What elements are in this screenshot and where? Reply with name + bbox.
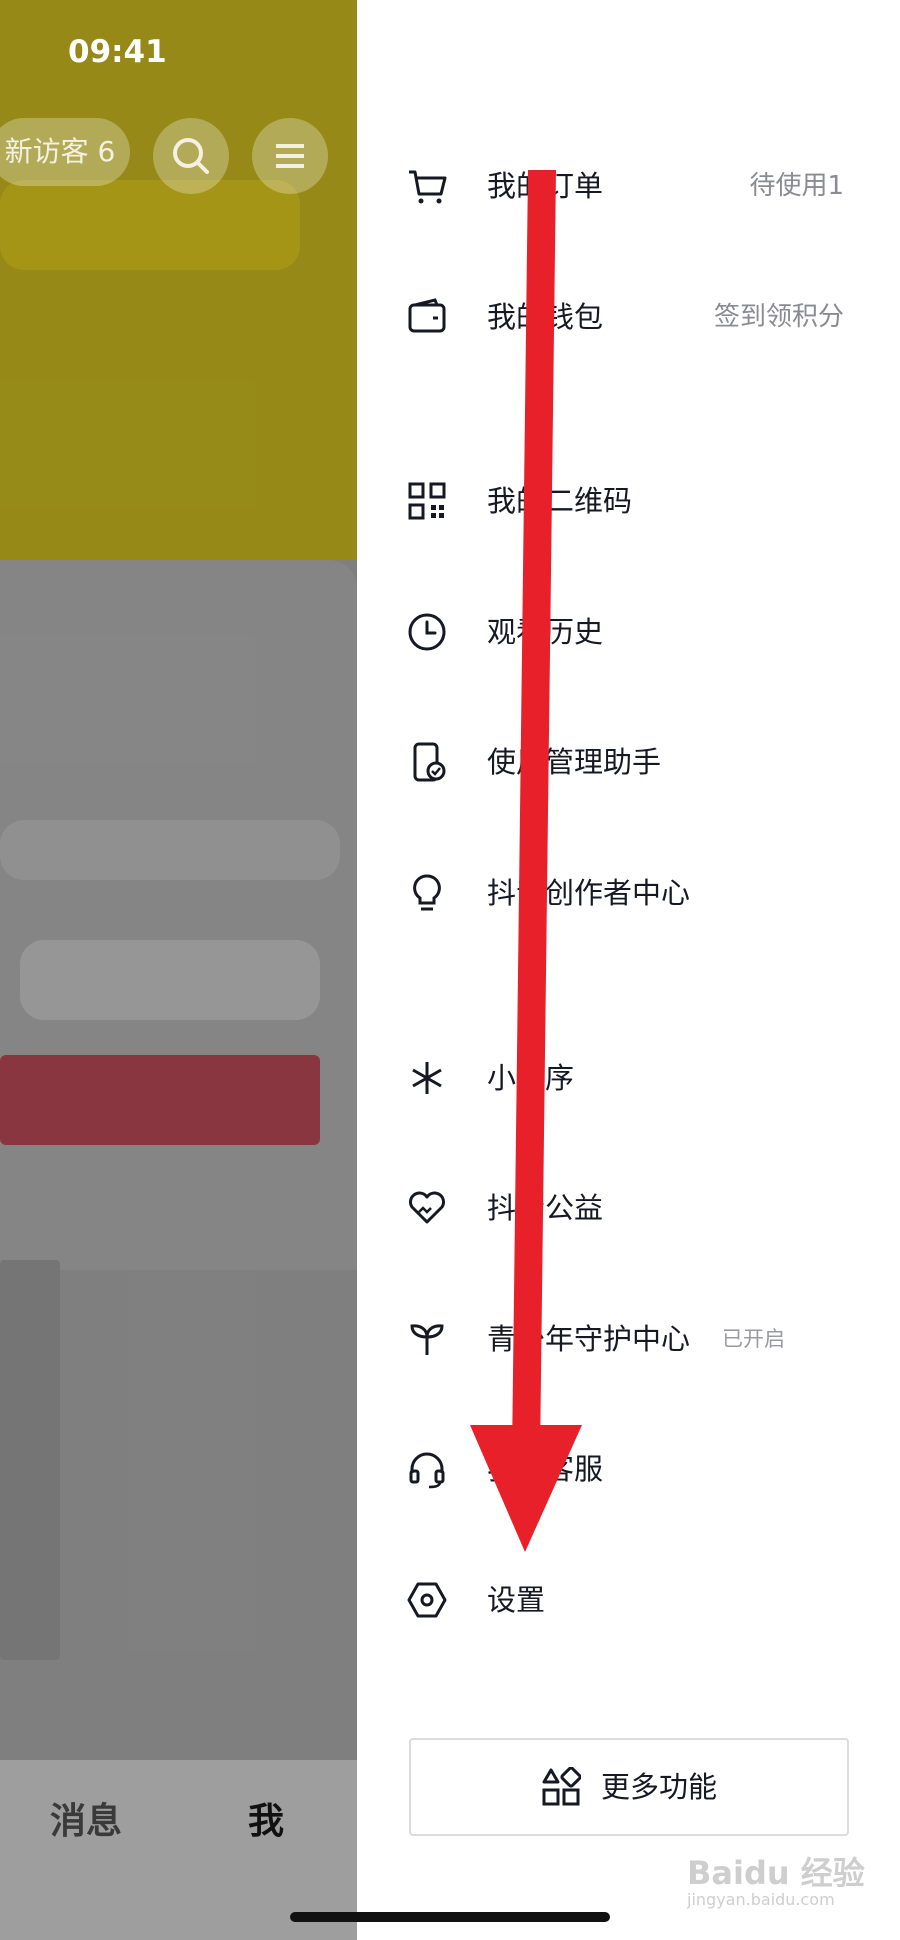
menu-item-label: 抖音创作者中心 xyxy=(487,876,691,910)
teen-mode-status: 已开启 xyxy=(722,1327,785,1351)
overlay-dim[interactable] xyxy=(0,0,357,1940)
lightbulb-icon xyxy=(413,874,441,911)
menu-item-label: 我的订单 xyxy=(487,169,604,203)
new-visitors-pill[interactable]: 新访客 6 xyxy=(0,118,130,186)
search-button[interactable] xyxy=(153,118,229,194)
menu-item-label: 抖音公益 xyxy=(487,1191,604,1225)
baidu-watermark: Baidu 经验 xyxy=(687,1854,865,1892)
grid-shapes-icon xyxy=(542,1767,581,1806)
menu-item-wallet[interactable]: 我的钱包 签到领积分 xyxy=(357,272,900,362)
menu-icon xyxy=(276,144,304,168)
more-features-label: 更多功能 xyxy=(601,1770,718,1804)
menu-item-label: 我的钱包 xyxy=(487,300,604,334)
wallet-checkin-hint: 签到领积分 xyxy=(713,302,844,332)
sprout-icon xyxy=(410,1324,444,1355)
status-time: 09:41 xyxy=(68,34,167,70)
menu-button[interactable] xyxy=(252,118,328,194)
phone-check-icon xyxy=(413,742,446,782)
headset-icon xyxy=(409,1452,445,1489)
menu-item-teen-protection[interactable]: 青少年守护中心 已开启 xyxy=(357,1294,900,1384)
menu-item-label: 我的客服 xyxy=(487,1452,604,1486)
charity-heart-icon xyxy=(409,1191,445,1224)
menu-item-label: 小程序 xyxy=(487,1061,575,1095)
baidu-watermark-url: jingyan.baidu.com xyxy=(687,1890,835,1909)
mini-program-icon xyxy=(412,1062,442,1094)
orders-pending-count: 待使用1 xyxy=(749,171,844,201)
menu-item-orders[interactable]: 我的订单 待使用1 xyxy=(357,141,900,231)
menu-item-usage-assistant[interactable]: 使用管理助手 xyxy=(357,717,900,807)
wallet-icon xyxy=(408,298,446,333)
search-icon xyxy=(173,138,209,174)
tab-messages[interactable]: 消息 xyxy=(50,1792,122,1844)
cart-icon xyxy=(409,170,447,204)
home-indicator xyxy=(290,1912,610,1922)
menu-item-label: 青少年守护中心 xyxy=(487,1322,691,1356)
menu-item-label: 观看历史 xyxy=(487,615,604,649)
clock-icon xyxy=(408,613,446,651)
menu-item-settings[interactable]: 设置 xyxy=(357,1555,900,1645)
background-profile-page[interactable]: 09:41 新访客 6 消息 我 xyxy=(0,0,357,1940)
settings-hexagon-icon xyxy=(407,1582,447,1618)
tab-me[interactable]: 我 xyxy=(248,1792,284,1844)
menu-item-label: 设置 xyxy=(487,1583,546,1617)
more-features-button[interactable]: 更多功能 xyxy=(409,1738,849,1836)
menu-item-label: 使用管理助手 xyxy=(487,745,662,779)
side-drawer: 我的订单 待使用1 我的钱包 签到领积分 我的二维码 观看历史 使用管理助手 抖… xyxy=(357,0,900,1940)
menu-item-customer-service[interactable]: 我的客服 xyxy=(357,1424,900,1514)
menu-item-charity[interactable]: 抖音公益 xyxy=(357,1163,900,1253)
menu-item-creator-center[interactable]: 抖音创作者中心 xyxy=(357,848,900,938)
qr-code-icon xyxy=(408,482,446,520)
menu-item-qr-code[interactable]: 我的二维码 xyxy=(357,456,900,546)
menu-item-mini-programs[interactable]: 小程序 xyxy=(357,1033,900,1123)
menu-item-watch-history[interactable]: 观看历史 xyxy=(357,587,900,677)
menu-item-label: 我的二维码 xyxy=(487,484,633,518)
